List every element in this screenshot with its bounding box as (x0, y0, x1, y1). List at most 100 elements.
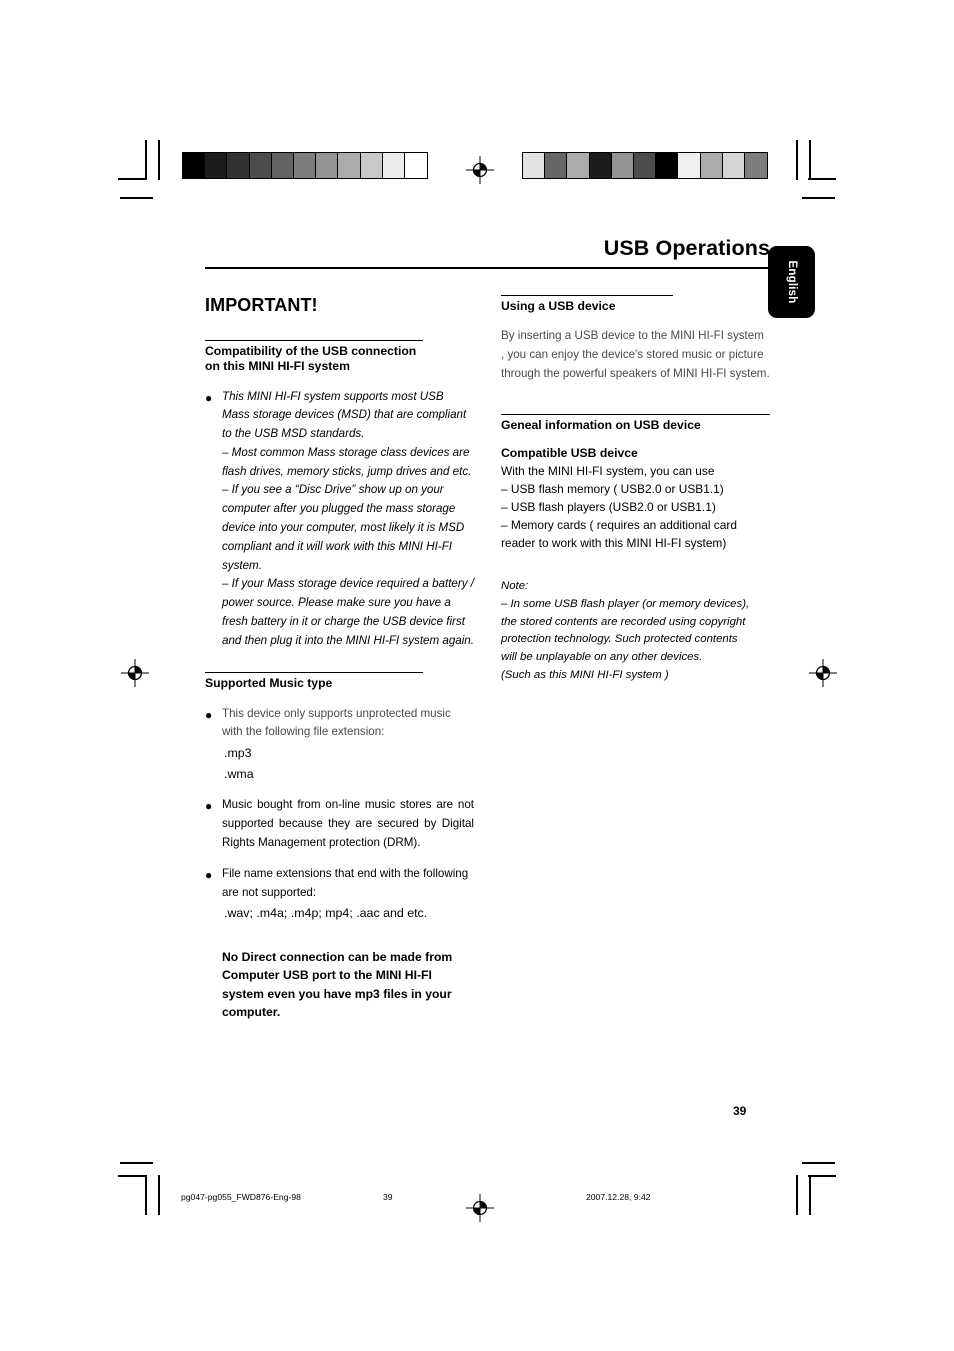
page-header: USB Operations (205, 225, 770, 269)
registration-mark-left (121, 659, 149, 687)
calibration-swatch-8 (678, 153, 701, 178)
calibration-swatch-3 (567, 153, 590, 178)
crop-mark-top-right-outer (802, 197, 835, 199)
crop-mark-bottom-left-rule (120, 1162, 153, 1164)
unsupported-ext-bullet: File name extensions that end with the f… (205, 865, 474, 923)
calibration-swatch-9 (700, 153, 723, 178)
bullet-icon (205, 796, 222, 852)
crop-mark-bottom-right-bar (796, 1175, 798, 1215)
unsupported-ext-text: File name extensions that end with the f… (222, 866, 469, 899)
calibration-swatch-9 (360, 153, 383, 178)
compat-dash-2: – If you see a “Disc Drive” show up on y… (222, 483, 465, 572)
music-type-text: This device only supports unprotected mu… (222, 706, 451, 739)
page-number: 39 (733, 1104, 747, 1118)
calibration-swatch-8 (338, 153, 361, 178)
crop-mark-bottom-left-horizontal (118, 1175, 146, 1177)
compat-dash-1: – Most common Mass storage class devices… (222, 445, 472, 478)
using-usb-device-heading: Using a USB device (501, 295, 674, 314)
note-line-2: the stored contents are recorded using c… (501, 615, 746, 628)
supported-music-heading: Supported Music type (205, 672, 423, 691)
crop-mark-top-right-vertical (809, 140, 811, 180)
registration-mark-bottom (466, 1194, 494, 1222)
drm-bullet-body: Music bought from on-line music stores a… (222, 796, 474, 852)
registration-mark-right (809, 659, 837, 687)
compatible-item-2: – USB flash players (USB2.0 or USB1.1) (501, 500, 716, 515)
page-content: USB Operations IMPORTANT! Compatibility … (205, 225, 770, 1021)
compat-line-2: Mass storage devices (MSD) that are comp… (222, 408, 467, 441)
calibration-strip-left (182, 152, 429, 179)
general-information-heading: Geneal information on USB device (501, 413, 770, 433)
compatibility-heading: Compatibility of the USB connection on t… (205, 340, 423, 375)
crop-mark-top-left-bar (158, 140, 160, 180)
calibration-swatch-4 (589, 153, 612, 178)
calibration-swatch-11 (404, 153, 428, 178)
compat-dash-3: – If your Mass storage device required a… (222, 577, 474, 647)
calibration-swatch-5 (271, 153, 294, 178)
crop-mark-top-left-horizontal (118, 178, 146, 180)
unsupported-ext-list: .wav; .m4a; .m4p; mp4; .aac and etc. (224, 906, 428, 921)
compatible-intro-text: With the MINI HI-FI system, you can use (501, 463, 715, 478)
music-type-bullet-body: This device only supports unprotected mu… (222, 705, 474, 784)
footer-timestamp: 2007.12.28, 9:42 (586, 1192, 651, 1202)
crop-mark-bottom-left-vertical (145, 1175, 147, 1215)
note-block: Note: – In some USB flash player (or mem… (501, 578, 770, 684)
bullet-icon (205, 705, 222, 784)
music-ext-wma: .wma (224, 766, 254, 781)
compatible-item-3: – Memory cards ( requires an additional … (501, 518, 737, 551)
compatible-item-1: – USB flash memory ( USB2.0 or USB1.1) (501, 481, 724, 496)
crop-mark-bottom-right-horizontal (808, 1175, 836, 1177)
compatibility-bullet-body: This MINI HI-FI system supports most USB… (222, 388, 474, 651)
note-line-4: will be unplayable on any other devices. (501, 651, 703, 663)
crop-mark-bottom-right-vertical (809, 1175, 811, 1215)
music-ext-mp3: .mp3 (224, 746, 252, 761)
calibration-swatch-10 (382, 153, 405, 178)
bullet-icon (205, 388, 222, 651)
language-tab-label: English (785, 260, 798, 304)
calibration-swatch-5 (611, 153, 634, 178)
bullet-icon (205, 865, 222, 923)
drm-bullet: Music bought from on-line music stores a… (205, 796, 474, 852)
calibration-swatch-1 (183, 153, 206, 178)
two-column-layout: IMPORTANT! Compatibility of the USB conn… (205, 295, 770, 1021)
using-usb-device-text: By inserting a USB device to the MINI HI… (501, 329, 770, 380)
crop-mark-top-right-horizontal (808, 178, 836, 180)
compatible-usb-device-subheading: Compatible USB deivce (501, 445, 638, 460)
calibration-swatch-2 (205, 153, 228, 178)
crop-mark-top-left-outer (120, 197, 153, 199)
important-heading: IMPORTANT! (205, 295, 318, 315)
calibration-swatch-7 (316, 153, 339, 178)
compatibility-bullet: This MINI HI-FI system supports most USB… (205, 388, 474, 651)
left-column: IMPORTANT! Compatibility of the USB conn… (205, 295, 474, 1021)
right-column: Using a USB device By inserting a USB de… (501, 295, 770, 1021)
crop-mark-top-right-bar (796, 140, 798, 180)
calibration-swatch-7 (656, 153, 679, 178)
music-type-bullet: This device only supports unprotected mu… (205, 705, 474, 784)
crop-mark-bottom-left-bar (158, 1175, 160, 1215)
footer-sheet-number: 39 (383, 1192, 393, 1202)
footer-file-name: pg047-pg055_FWD876-Eng-98 (181, 1192, 301, 1202)
note-label: Note: (501, 580, 529, 593)
crop-mark-bottom-right-rule (802, 1162, 835, 1164)
drm-text: Music bought from on-line music stores a… (222, 798, 474, 850)
note-line-3: protection technology. Such protected co… (501, 633, 738, 646)
note-line-5: (Such as this MINI HI-FI system ) (501, 668, 669, 681)
no-direct-connection-note: No Direct connection can be made from Co… (222, 949, 453, 1019)
registration-mark-top (466, 156, 494, 184)
unsupported-ext-bullet-body: File name extensions that end with the f… (222, 865, 474, 923)
crop-mark-top-left-vertical (145, 140, 147, 180)
language-tab: English (768, 246, 815, 318)
note-line-1: – In some USB flash player (or memory de… (501, 597, 750, 610)
page-title: USB Operations (603, 236, 770, 260)
calibration-swatch-2 (545, 153, 568, 178)
calibration-swatch-6 (293, 153, 317, 178)
calibration-swatch-6 (633, 153, 657, 178)
header-rule (205, 266, 770, 269)
calibration-strip-right (522, 152, 769, 179)
compat-line-1: This MINI HI-FI system supports most USB (222, 389, 444, 403)
calibration-swatch-4 (249, 153, 272, 178)
calibration-swatch-3 (227, 153, 250, 178)
calibration-swatch-1 (523, 153, 546, 178)
compatible-device-list: – USB flash memory ( USB2.0 or USB1.1) –… (501, 480, 770, 552)
calibration-swatch-10 (722, 153, 745, 178)
calibration-swatch-11 (744, 153, 768, 178)
